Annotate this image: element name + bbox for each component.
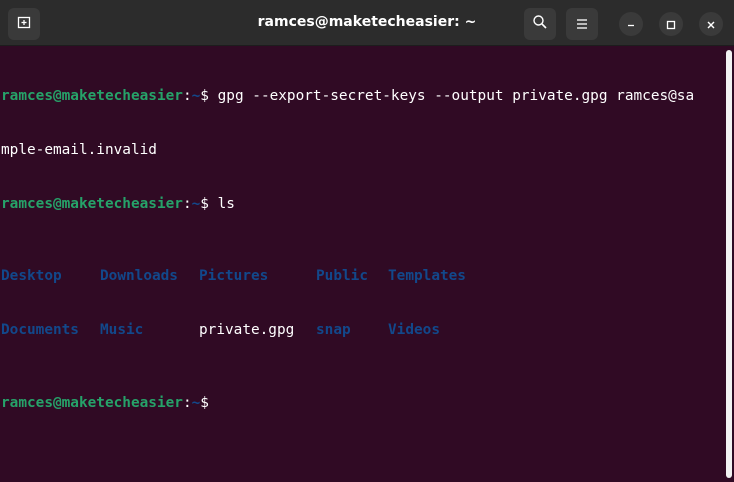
ls-entry-directory: Pictures	[199, 268, 269, 284]
close-icon	[706, 15, 716, 34]
ls-output-row: Desktop Downloads Pictures Public Templa…	[1, 267, 724, 285]
ls-entry-directory: Documents	[1, 322, 79, 338]
hamburger-menu-icon	[575, 15, 589, 34]
ls-output-row: Documents Music private.gpg snap Videos	[1, 321, 724, 339]
prompt-user: ramces@maketecheasier	[1, 395, 183, 411]
title-bar: ramces@maketecheasier: ~	[0, 0, 734, 46]
prompt-dollar: $	[200, 196, 218, 212]
minimize-icon	[626, 15, 636, 34]
ls-entry-directory: Public	[316, 268, 368, 284]
prompt-user: ramces@maketecheasier	[1, 88, 183, 104]
menu-button[interactable]	[566, 8, 598, 40]
prompt-separator: :	[182, 88, 192, 104]
prompt-dollar: $	[200, 395, 218, 411]
prompt-path: ~	[191, 196, 201, 212]
command-line-2: ramces@maketecheasier:~$ ls	[1, 195, 724, 213]
maximize-icon	[666, 15, 676, 34]
ls-entry-directory: snap	[316, 322, 351, 338]
close-button[interactable]	[699, 12, 723, 36]
ls-entry-directory: Videos	[388, 322, 440, 338]
scrollbar-thumb[interactable]	[726, 50, 732, 478]
terminal-output[interactable]: ramces@maketecheasier:~$ gpg --export-se…	[0, 46, 724, 482]
ls-entry-file: private.gpg	[199, 322, 295, 338]
prompt-path: ~	[191, 395, 201, 411]
ls-entry-directory: Downloads	[100, 268, 178, 284]
search-button[interactable]	[524, 8, 556, 40]
prompt-user: ramces@maketecheasier	[1, 196, 183, 212]
maximize-button[interactable]	[659, 12, 683, 36]
command-line-3: ramces@maketecheasier:~$	[1, 393, 724, 411]
new-tab-button[interactable]	[8, 8, 40, 40]
ls-entry-directory: Templates	[388, 268, 466, 284]
command-text: ls	[217, 196, 235, 212]
command-line-1: ramces@maketecheasier:~$ gpg --export-se…	[1, 87, 724, 105]
search-icon	[532, 14, 548, 34]
minimize-button[interactable]	[619, 12, 643, 36]
ls-entry-directory: Music	[100, 322, 144, 338]
command-text-wrap: mple-email.invalid	[1, 142, 157, 158]
ls-entry-directory: Desktop	[1, 268, 62, 284]
new-tab-icon	[16, 14, 32, 34]
prompt-separator: :	[182, 196, 192, 212]
prompt-dollar: $	[200, 88, 218, 104]
terminal-window: ramces@maketecheasier: ~ ramces@maketech…	[0, 0, 734, 482]
command-line-1-wrap: mple-email.invalid	[1, 141, 724, 159]
prompt-path: ~	[191, 88, 201, 104]
command-text: gpg --export-secret-keys --output privat…	[217, 88, 695, 104]
text-cursor	[217, 393, 227, 410]
prompt-separator: :	[182, 395, 192, 411]
vertical-scrollbar[interactable]	[725, 50, 732, 478]
